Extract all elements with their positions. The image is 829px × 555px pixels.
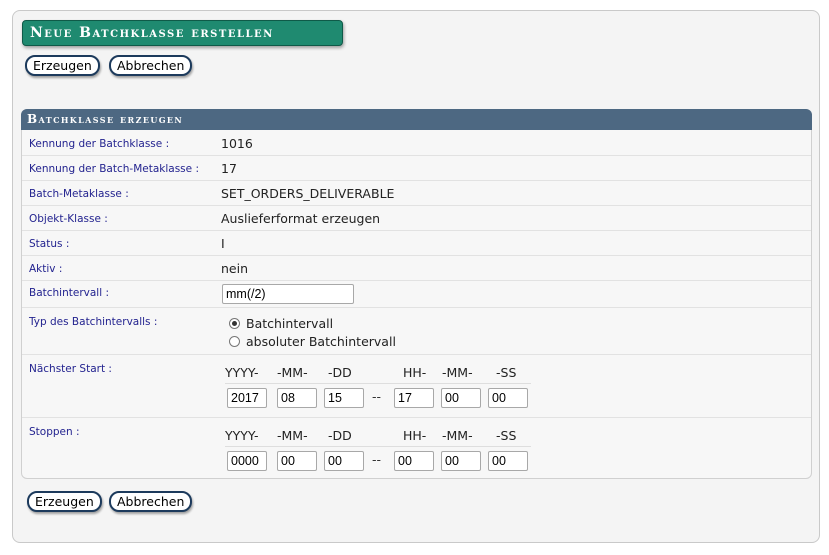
label-status: Status : xyxy=(29,238,70,250)
label-meta-id: Kennung der Batch-Metaklasse : xyxy=(29,163,199,175)
next-start-separator: -- xyxy=(372,389,382,404)
row-batch-id: Kennung der Batchklasse : 1016 xyxy=(22,131,811,156)
radio-absolute-interval[interactable] xyxy=(229,336,240,347)
row-meta-class: Batch-Metaklasse : SET_ORDERS_DELIVERABL… xyxy=(22,181,811,206)
stop-header-second: -SS xyxy=(496,428,517,443)
label-next-start: Nächster Start : xyxy=(29,363,112,375)
row-stop: Stoppen : YYYY- -MM- -DD HH- -MM- -SS -- xyxy=(22,418,811,478)
cancel-button-top[interactable]: Abbrechen xyxy=(109,55,193,76)
panel-title: Batchklasse erzeugen xyxy=(21,109,812,130)
stop-separator: -- xyxy=(372,452,382,467)
next-start-month-input[interactable] xyxy=(277,388,317,408)
stop-minute-input[interactable] xyxy=(441,451,481,471)
label-interval-type: Typ des Batchintervalls : xyxy=(29,316,158,328)
next-start-minute-input[interactable] xyxy=(441,388,481,408)
next-start-header-day: -DD xyxy=(328,365,352,380)
stop-year-input[interactable] xyxy=(227,451,267,471)
radio-interval[interactable] xyxy=(229,318,240,329)
stop-second-input[interactable] xyxy=(488,451,528,471)
next-start-hour-input[interactable] xyxy=(394,388,434,408)
row-meta-id: Kennung der Batch-Metaklasse : 17 xyxy=(22,156,811,181)
row-interval: Batchintervall : xyxy=(22,281,811,308)
value-meta-class: SET_ORDERS_DELIVERABLE xyxy=(221,186,395,201)
radio-absolute-interval-label[interactable]: absoluter Batchintervall xyxy=(246,334,396,349)
next-start-header-second: -SS xyxy=(496,365,517,380)
label-meta-class: Batch-Metaklasse : xyxy=(29,188,129,200)
next-start-header-month: -MM- xyxy=(277,365,308,380)
row-status: Status : I xyxy=(22,231,811,256)
interval-input[interactable] xyxy=(222,284,354,304)
label-interval: Batchintervall : xyxy=(29,287,110,299)
row-active: Aktiv : nein xyxy=(22,256,811,281)
label-active: Aktiv : xyxy=(29,263,63,275)
next-start-year-input[interactable] xyxy=(227,388,267,408)
next-start-day-input[interactable] xyxy=(324,388,364,408)
row-next-start: Nächster Start : YYYY- -MM- -DD HH- -MM-… xyxy=(22,355,811,418)
label-batch-id: Kennung der Batchklasse : xyxy=(29,138,170,150)
main-container: Neue Batchklasse erstellen Erzeugen Abbr… xyxy=(12,10,820,543)
stop-hour-input[interactable] xyxy=(394,451,434,471)
next-start-header-minute: -MM- xyxy=(442,365,473,380)
stop-header-day: -DD xyxy=(328,428,352,443)
stop-header-month: -MM- xyxy=(277,428,308,443)
next-start-header-year: YYYY- xyxy=(225,365,259,380)
create-button-bottom[interactable]: Erzeugen xyxy=(27,491,102,512)
batch-class-panel: Batchklasse erzeugen Kennung der Batchkl… xyxy=(21,109,812,479)
row-object-class: Objekt-Klasse : Auslieferformat erzeugen xyxy=(22,206,811,231)
next-start-header-hour: HH- xyxy=(403,365,427,380)
stop-divider xyxy=(225,446,531,447)
value-active: nein xyxy=(221,261,249,276)
next-start-second-input[interactable] xyxy=(488,388,528,408)
value-object-class: Auslieferformat erzeugen xyxy=(221,211,381,226)
create-button-top[interactable]: Erzeugen xyxy=(25,55,100,76)
row-interval-type: Typ des Batchintervalls : Batchintervall… xyxy=(22,308,811,355)
value-batch-id: 1016 xyxy=(221,136,253,151)
value-meta-id: 17 xyxy=(221,161,237,176)
value-status: I xyxy=(221,236,225,251)
stop-month-input[interactable] xyxy=(277,451,317,471)
label-object-class: Objekt-Klasse : xyxy=(29,213,108,225)
page-title: Neue Batchklasse erstellen xyxy=(22,20,343,46)
stop-header-minute: -MM- xyxy=(442,428,473,443)
next-start-divider xyxy=(225,383,531,384)
stop-header-hour: HH- xyxy=(403,428,427,443)
stop-header-year: YYYY- xyxy=(225,428,259,443)
label-stop: Stoppen : xyxy=(29,426,80,438)
radio-interval-label[interactable]: Batchintervall xyxy=(246,316,333,331)
cancel-button-bottom[interactable]: Abbrechen xyxy=(109,491,193,512)
stop-day-input[interactable] xyxy=(324,451,364,471)
